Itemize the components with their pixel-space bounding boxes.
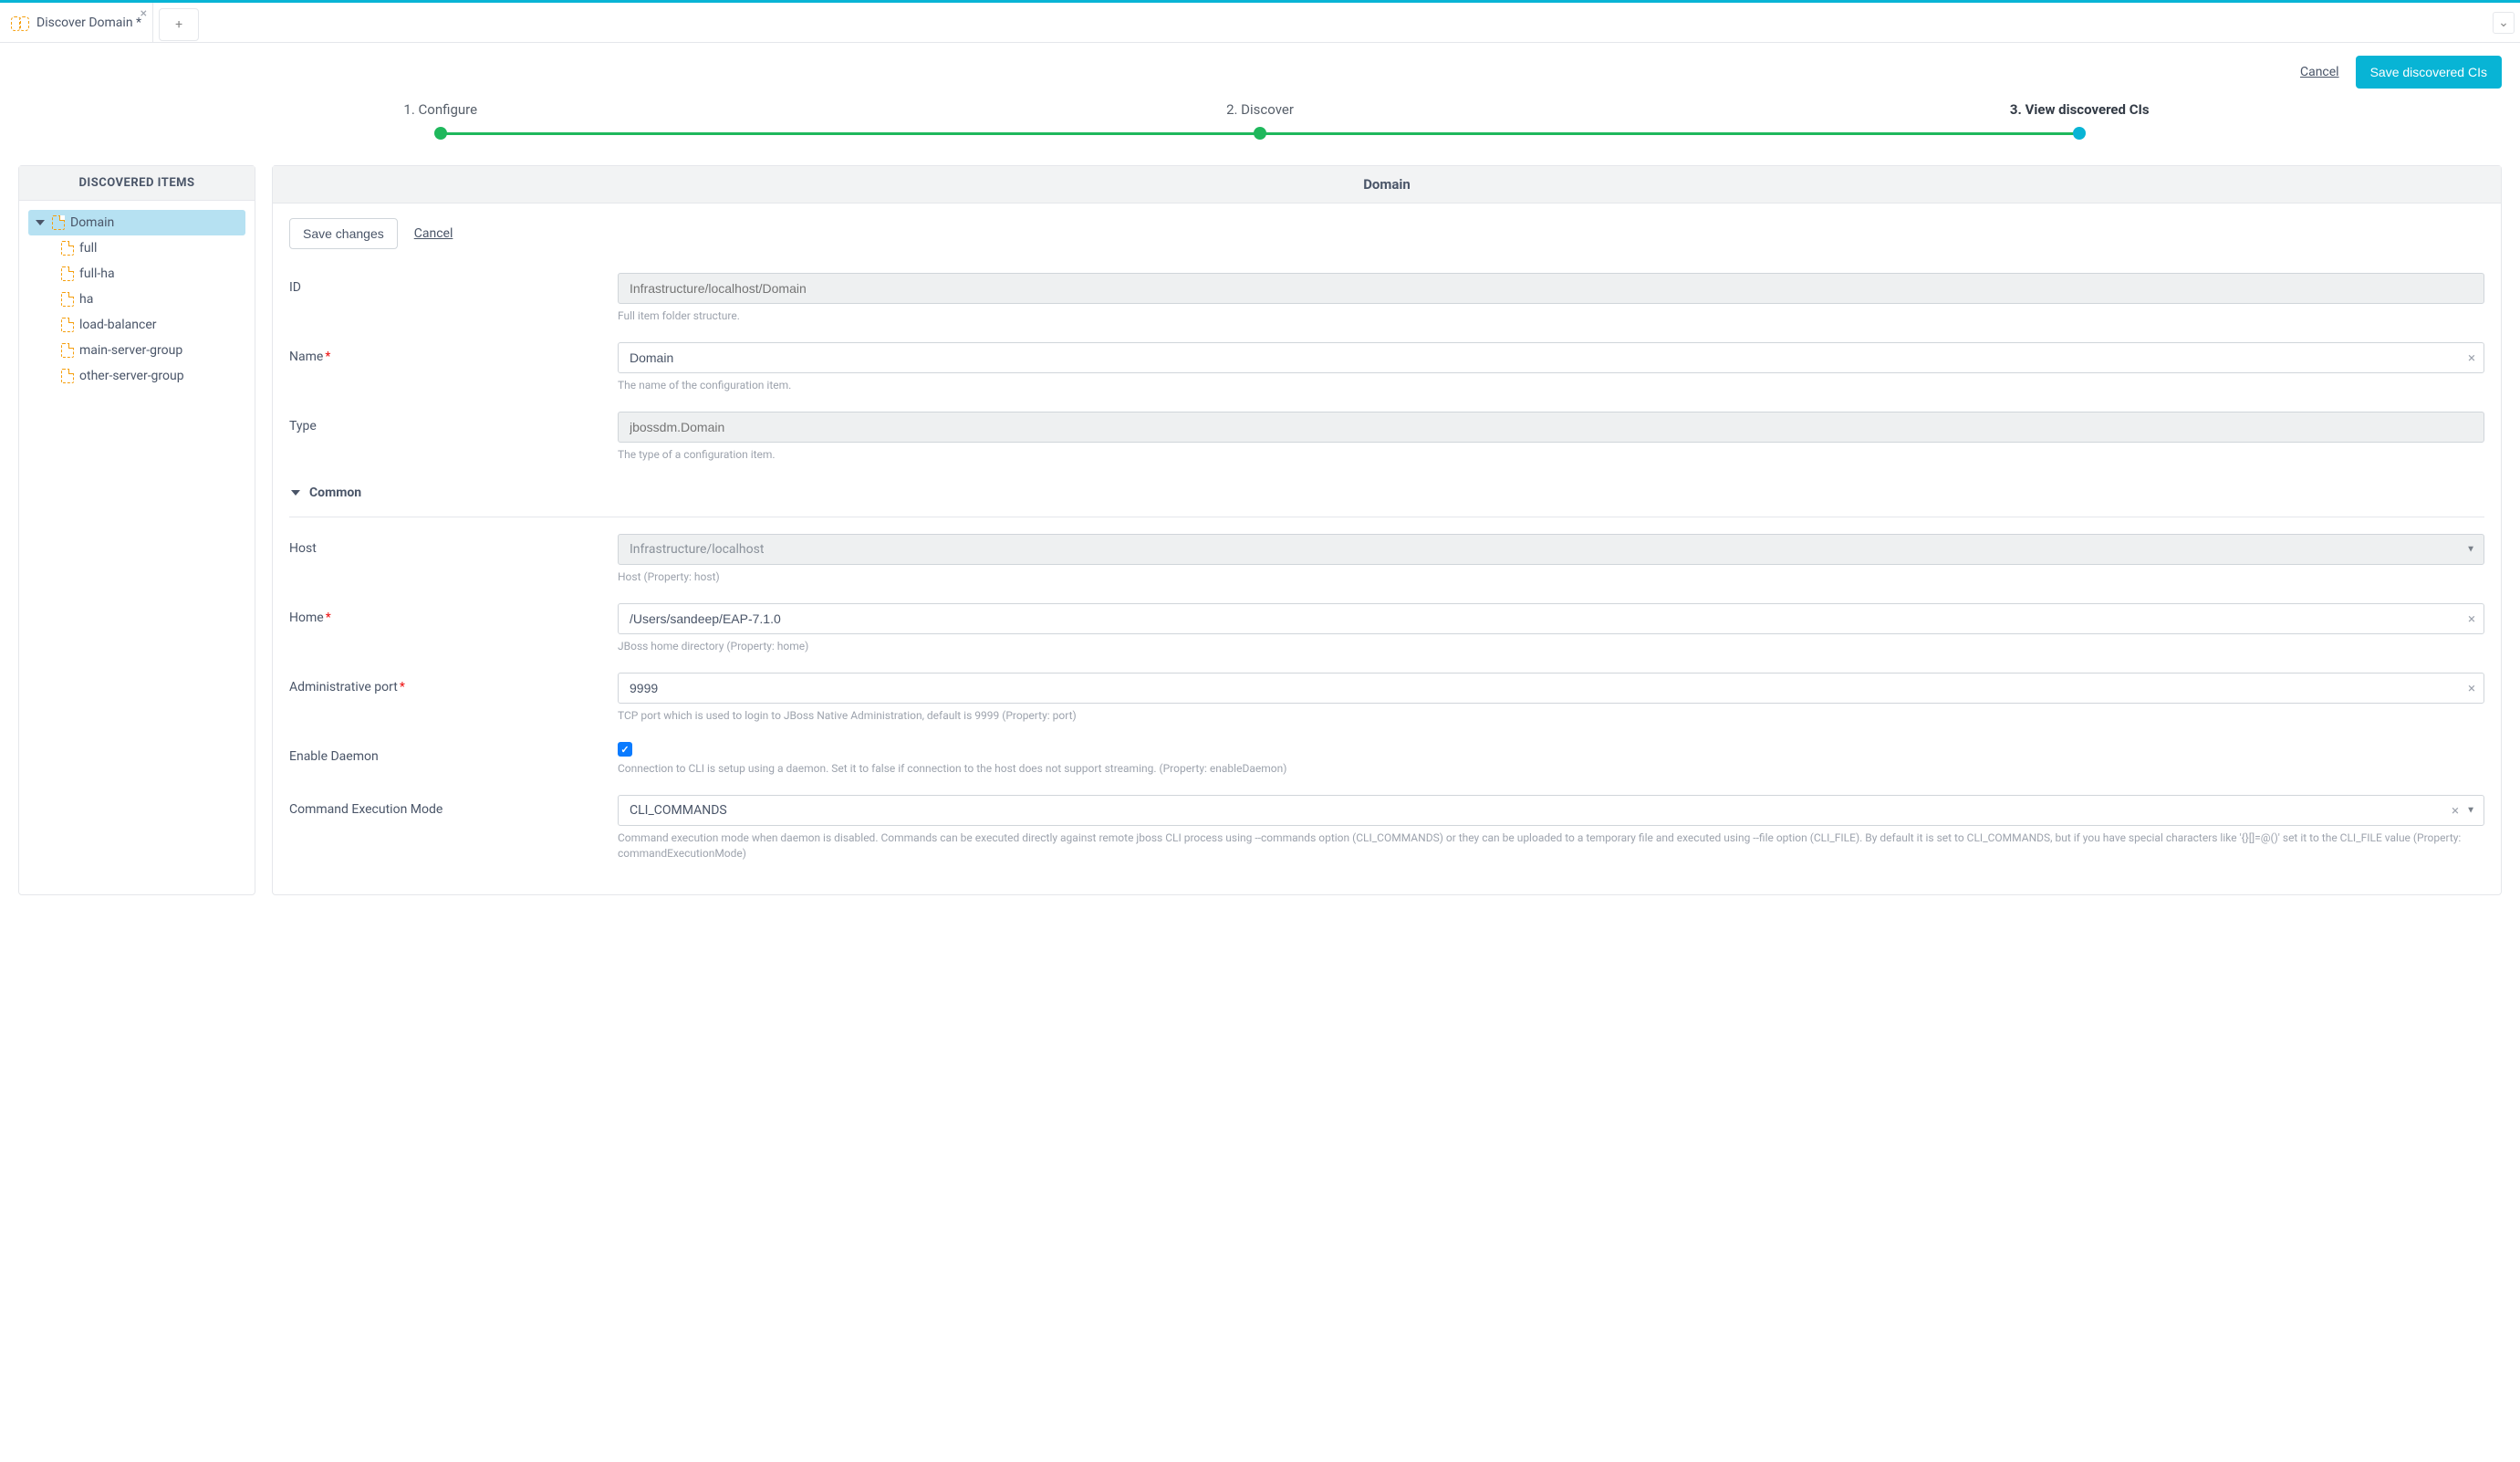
step-label-discover: 2. Discover — [1226, 101, 1294, 118]
tree-label: Domain — [70, 215, 114, 230]
cancel-form-link[interactable]: Cancel — [414, 226, 453, 241]
chevron-down-icon: ⌄ — [2498, 16, 2509, 30]
tree-label: load-balancer — [79, 318, 157, 332]
label-id: ID — [289, 273, 618, 324]
help-home: JBoss home directory (Property: home) — [618, 639, 2484, 654]
save-changes-button[interactable]: Save changes — [289, 218, 398, 249]
tab-title: Discover Domain * — [36, 16, 141, 30]
page-actions: Cancel Save discovered CIs — [18, 56, 2502, 89]
file-icon — [61, 369, 74, 383]
clear-icon[interactable]: × — [2452, 802, 2459, 819]
clear-icon[interactable]: × — [2468, 350, 2475, 366]
required-mark: * — [326, 611, 331, 625]
tree-label: full-ha — [79, 266, 115, 281]
label-host: Host — [289, 534, 618, 585]
cmd-mode-select[interactable]: CLI_COMMANDS — [618, 795, 2484, 826]
chevron-down-icon — [291, 490, 300, 496]
tree-label: ha — [79, 292, 93, 307]
file-icon — [61, 292, 74, 307]
tree-label: main-server-group — [79, 343, 182, 358]
type-input — [618, 412, 2484, 443]
file-icon — [61, 266, 74, 281]
name-input[interactable] — [618, 342, 2484, 373]
tab-discover-domain[interactable]: Discover Domain * × — [0, 3, 153, 43]
help-admin-port: TCP port which is used to login to JBoss… — [618, 708, 2484, 724]
tree-label: other-server-group — [79, 369, 184, 383]
label-cmd-mode: Command Execution Mode — [289, 795, 618, 862]
help-cmd-mode: Command execution mode when daemon is di… — [618, 830, 2484, 862]
enable-daemon-checkbox[interactable] — [618, 742, 632, 757]
host-select[interactable]: Infrastructure/localhost — [618, 534, 2484, 565]
label-home: Home — [289, 611, 324, 625]
chevron-down-icon — [36, 220, 45, 225]
cancel-link[interactable]: Cancel — [2300, 65, 2339, 79]
sidebar-title: DISCOVERED ITEMS — [19, 166, 255, 201]
step-dot-1 — [434, 127, 447, 140]
tree-item-domain[interactable]: Domain — [28, 210, 245, 235]
tab-bar: Discover Domain * × + ⌄ — [0, 3, 2520, 43]
file-icon — [61, 343, 74, 358]
help-host: Host (Property: host) — [618, 569, 2484, 585]
tree-label: full — [79, 241, 97, 256]
home-input[interactable] — [618, 603, 2484, 634]
id-input — [618, 273, 2484, 304]
main-title: Domain — [273, 166, 2501, 204]
tab-dropdown[interactable]: ⌄ — [2493, 12, 2515, 34]
wizard-stepper: 1. Configure 2. Discover 3. View discove… — [18, 98, 2502, 149]
tree-item-full[interactable]: full — [54, 235, 245, 261]
section-common-label: Common — [309, 486, 361, 500]
help-id: Full item folder structure. — [618, 308, 2484, 324]
tree-item-load-balancer[interactable]: load-balancer — [54, 312, 245, 338]
help-name: The name of the configuration item. — [618, 378, 2484, 393]
label-name: Name — [289, 350, 323, 364]
admin-port-input[interactable] — [618, 673, 2484, 704]
close-icon[interactable]: × — [141, 6, 147, 21]
tree-item-full-ha[interactable]: full-ha — [54, 261, 245, 287]
sidebar-discovered-items: DISCOVERED ITEMS Domain full full-ha ha … — [18, 165, 255, 895]
required-mark: * — [325, 350, 330, 364]
binoculars-icon — [11, 15, 29, 31]
label-type: Type — [289, 412, 618, 463]
add-tab-button[interactable]: + — [159, 8, 199, 41]
tree-item-other-server-group[interactable]: other-server-group — [54, 363, 245, 389]
label-admin-port: Administrative port — [289, 680, 398, 694]
step-label-configure: 1. Configure — [403, 101, 477, 118]
step-label-view: 3. View discovered CIs — [2010, 101, 2150, 118]
tree-item-main-server-group[interactable]: main-server-group — [54, 338, 245, 363]
label-enable-daemon: Enable Daemon — [289, 742, 618, 777]
file-icon — [61, 318, 74, 332]
help-type: The type of a configuration item. — [618, 447, 2484, 463]
clear-icon[interactable]: × — [2468, 680, 2475, 696]
required-mark: * — [400, 680, 405, 694]
main-panel: Domain Save changes Cancel ID Full item … — [272, 165, 2502, 895]
file-icon — [61, 241, 74, 256]
clear-icon[interactable]: × — [2468, 611, 2475, 627]
section-common-toggle[interactable]: Common — [289, 480, 2484, 509]
file-icon — [52, 215, 65, 230]
help-enable-daemon: Connection to CLI is setup using a daemo… — [618, 761, 2484, 777]
tree-item-ha[interactable]: ha — [54, 287, 245, 312]
step-dot-3 — [2073, 127, 2086, 140]
step-dot-2 — [1254, 127, 1266, 140]
save-discovered-button[interactable]: Save discovered CIs — [2356, 56, 2502, 89]
